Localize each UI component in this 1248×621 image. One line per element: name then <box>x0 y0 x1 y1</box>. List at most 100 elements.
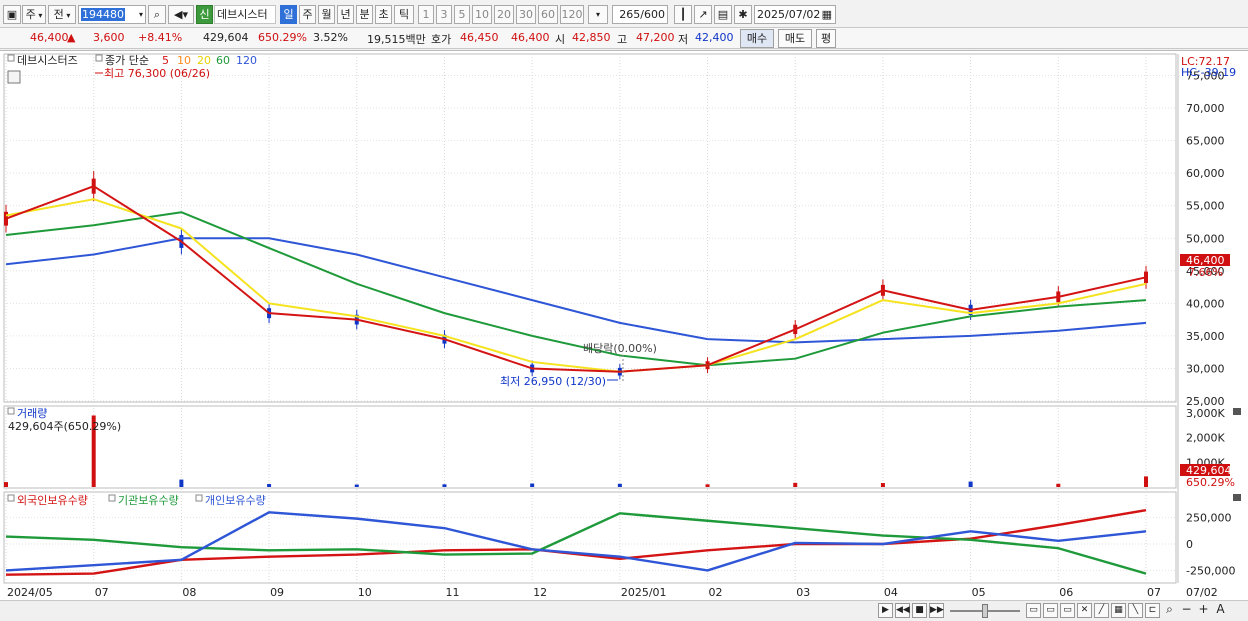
tab-second[interactable]: 초 <box>375 5 392 24</box>
interval-dropdown[interactable]: ▾ <box>588 5 608 24</box>
open-label: 시 <box>555 33 566 46</box>
interval-120-label: 120 <box>561 8 583 21</box>
stock-chart[interactable]: 75,00070,00065,00060,00055,00050,00045,0… <box>0 51 1248 602</box>
tab-daily-label: 일 <box>283 8 294 21</box>
change-rate: +8.41% <box>138 31 183 44</box>
zoom-out-icon[interactable]: − <box>1179 603 1194 618</box>
interval-1[interactable]: 1 <box>418 5 434 24</box>
search-icon[interactable]: ⌕ <box>148 5 166 24</box>
interval-30[interactable]: 30 <box>516 5 536 24</box>
save-icon[interactable]: ▤ <box>714 5 732 24</box>
volume-panel-close-icon[interactable] <box>1233 408 1241 415</box>
settings-icon[interactable]: ✱ <box>734 5 752 24</box>
grid-icon[interactable]: ▦ <box>1111 603 1126 618</box>
volume-bar <box>968 481 973 487</box>
crosshair-icon[interactable]: ✕ <box>1077 603 1092 618</box>
new-badge[interactable]: 신 <box>196 5 213 24</box>
forward-icon[interactable]: ▶▶ <box>929 603 944 618</box>
volume-bar <box>530 483 535 487</box>
hc-label: HC:-39.19 <box>1181 66 1236 79</box>
holders-panel-close-icon[interactable] <box>1233 494 1241 501</box>
prev-select[interactable]: 전 ▾ <box>48 5 76 24</box>
tab-weekly[interactable]: 주 <box>299 5 316 24</box>
price-y-tick: 70,000 <box>1186 102 1225 115</box>
market-label: 주 <box>25 8 36 21</box>
font-size-icon[interactable]: A <box>1213 603 1228 618</box>
measure-icon[interactable]: ⊏ <box>1145 603 1160 618</box>
eval-button-label: 평 <box>820 32 832 45</box>
last-volume-ratio: 650.29% <box>1186 476 1235 489</box>
rewind-icon[interactable]: ◀◀ <box>895 603 910 618</box>
zoom-slider-thumb[interactable] <box>982 604 988 618</box>
ma-legend-5: 5 <box>162 54 169 67</box>
interval-120[interactable]: 120 <box>560 5 584 24</box>
tab-daily[interactable]: 일 <box>280 5 297 24</box>
date-input[interactable]: 2025/07/02 ▦ <box>754 5 836 24</box>
sell-button[interactable]: 매도 <box>778 29 812 48</box>
interval-20[interactable]: 20 <box>494 5 514 24</box>
price-y-tick: 60,000 <box>1186 167 1225 180</box>
chart-menu-icon[interactable]: ▣ <box>3 5 21 24</box>
tab-yearly-label: 년 <box>340 8 351 21</box>
window-split-icon[interactable]: ▭ <box>1043 603 1058 618</box>
trendline-icon[interactable]: ╱ <box>1094 603 1109 618</box>
eval-button[interactable]: 평 <box>816 29 836 48</box>
legend-individual: 개인보유수량 <box>205 494 266 507</box>
stock-code-input[interactable]: 194480 ▾ <box>78 5 146 24</box>
x-tick-label: 03 <box>796 586 810 599</box>
volume-bar <box>1056 483 1061 487</box>
chart-area[interactable]: 75,000 70,000 65,000 60,000 55,000 50,000 45,0… <box>0 50 1248 601</box>
prev-label: 전 <box>53 8 64 21</box>
stock-name-field[interactable]: 데브시스터 <box>214 5 276 24</box>
volume-bar <box>1144 476 1148 487</box>
interval-10[interactable]: 10 <box>472 5 492 24</box>
turnover-rate: 3.52% <box>313 31 348 44</box>
x-tick-label: 2024/05 <box>7 586 53 599</box>
up-arrow-icon: ▲ <box>67 31 76 44</box>
market-select[interactable]: 주 ▾ <box>22 5 46 24</box>
speaker-icon[interactable]: ◀▾ <box>168 5 194 24</box>
legend-institution: 기관보유수량 <box>118 494 179 507</box>
low-label: 저 <box>678 33 689 46</box>
volume-bar <box>4 482 8 487</box>
x-tick-label: 05 <box>972 586 986 599</box>
window-icon[interactable]: ▭ <box>1026 603 1041 618</box>
tab-minute[interactable]: 분 <box>356 5 373 24</box>
line-icon[interactable]: ╲ <box>1128 603 1143 618</box>
volume-bar <box>267 484 272 487</box>
x-tick-label: 06 <box>1059 586 1073 599</box>
count-input[interactable]: 265/600 <box>612 5 668 24</box>
zoom-in-icon[interactable]: + <box>1196 603 1211 618</box>
low-price: 42,400 <box>695 31 734 44</box>
draw-tool-icon[interactable]: ↗ <box>694 5 712 24</box>
scroll-right-icon[interactable]: ▶ <box>878 603 893 618</box>
interval-5-label: 5 <box>458 8 466 21</box>
ma-legend-20: 20 <box>197 54 211 67</box>
interval-5[interactable]: 5 <box>454 5 470 24</box>
low-note: 최저 26,950 (12/30) <box>500 375 606 388</box>
tab-monthly[interactable]: 월 <box>318 5 335 24</box>
tab-tick[interactable]: 틱 <box>394 5 414 24</box>
price-change: 3,600 <box>93 31 125 44</box>
buy-button[interactable]: 매수 <box>740 29 774 48</box>
open-price: 42,850 <box>572 31 611 44</box>
stop-icon[interactable]: ■ <box>912 603 927 618</box>
tab-yearly[interactable]: 년 <box>337 5 354 24</box>
toolbar: ▣ 주 ▾ 전 ▾ 194480 ▾ ⌕ ◀▾ 신 데브시스터 일 주 월 년 분… <box>0 0 1248 28</box>
zoom-search-icon[interactable]: ⌕ <box>1162 603 1177 618</box>
panel-frames <box>3 53 1179 584</box>
interval-60[interactable]: 60 <box>538 5 558 24</box>
ma-legend-10: 10 <box>177 54 191 67</box>
window-multi-icon[interactable]: ▭ <box>1060 603 1075 618</box>
interval-3[interactable]: 3 <box>436 5 452 24</box>
calendar-icon[interactable]: ▦ <box>822 6 832 23</box>
x-tick-label: 09 <box>270 586 284 599</box>
x-tick-label: 02 <box>709 586 723 599</box>
holders-y-tick: -250,000 <box>1186 564 1235 577</box>
count-max: /600 <box>640 8 665 21</box>
buy-button-label: 매수 <box>746 32 768 45</box>
volume-y-tick: 3,000K <box>1186 407 1225 420</box>
table-icon[interactable] <box>7 70 21 84</box>
volume-bar <box>179 479 184 487</box>
candle-icon[interactable]: ┃ <box>674 5 692 24</box>
